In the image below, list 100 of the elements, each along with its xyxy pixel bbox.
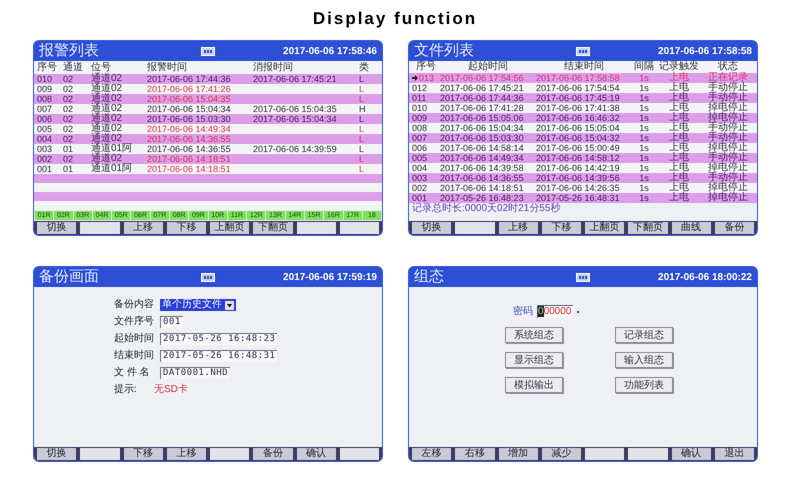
table-cell-text: 2017-06-06 14:36:55 xyxy=(147,134,232,144)
table-cell-text: 2017-06-06 14:42:19 xyxy=(536,163,621,173)
table-cell: 上电 xyxy=(669,103,689,113)
blank-soft-key[interactable] xyxy=(455,222,494,234)
table-cell-text: L xyxy=(359,124,366,134)
input-field[interactable]: 2017-05-26 16:48:23 xyxy=(160,333,278,345)
arrow-icon xyxy=(412,75,418,81)
soft-key-button[interactable]: 备份 xyxy=(253,448,292,460)
soft-key-button[interactable]: 左移 xyxy=(412,448,452,460)
blank-soft-key[interactable] xyxy=(210,448,250,460)
soft-key-button[interactable]: 备份 xyxy=(714,222,754,234)
soft-key-button[interactable]: 上移 xyxy=(498,222,538,234)
table-cell-text: 01 xyxy=(63,164,74,174)
blank-soft-key[interactable] xyxy=(340,448,379,460)
field-label: 起始时间 xyxy=(114,333,154,345)
table-cell-text: 002 xyxy=(37,154,54,164)
soft-key-button[interactable]: 切换 xyxy=(37,222,76,234)
table-cell-text: 2017-06-06 15:03:30 xyxy=(147,114,232,124)
soft-key-button[interactable]: 切换 xyxy=(412,222,452,234)
input-field[interactable]: 2017-05-26 16:48:31 xyxy=(160,350,278,362)
soft-key-button[interactable]: 上翻页 xyxy=(210,222,250,234)
table-cell: 手动停止 xyxy=(708,93,748,103)
soft-key-button[interactable]: 下移 xyxy=(124,448,163,460)
table-cell: 1s xyxy=(639,163,649,173)
blank-soft-key[interactable] xyxy=(585,448,624,460)
soft-key-button[interactable]: 确认 xyxy=(672,448,711,460)
soft-key-button[interactable]: 下移 xyxy=(166,222,206,234)
table-cell: 006 xyxy=(412,143,428,153)
table-cell: 009 xyxy=(412,113,428,123)
table-cell-text: 通道02 xyxy=(91,124,124,134)
table-cell: 1s xyxy=(639,193,649,203)
table-cell-text: 通道02 xyxy=(91,94,124,104)
chip-icon xyxy=(576,272,590,282)
table-cell-text: 2017-06-06 15:04:34 xyxy=(253,114,338,124)
soft-key-button[interactable]: 上移 xyxy=(166,448,206,460)
table-cell-text: 006 xyxy=(37,114,54,124)
table-cell: 1s xyxy=(639,73,649,83)
table-cell-text: 02 xyxy=(63,124,74,134)
blank-soft-key[interactable] xyxy=(296,222,336,234)
table-cell: 上电 xyxy=(669,123,689,133)
menu-button[interactable]: 系统组态 xyxy=(505,327,563,343)
input-field[interactable]: DAT0001.NHD xyxy=(160,367,230,379)
table-cell: 1s xyxy=(639,183,649,193)
table-cell-text: 02 xyxy=(63,104,74,114)
menu-button[interactable]: 功能列表 xyxy=(615,377,673,393)
table-cell: 1s xyxy=(639,173,649,183)
password-field[interactable]: 000000 xyxy=(537,305,574,318)
field-label: 文件序号 xyxy=(114,316,154,328)
field-label: 文 件 名 xyxy=(114,367,151,379)
table-cell-text: 2017-06-06 14:58:14 xyxy=(440,143,525,153)
menu-button[interactable]: 显示组态 xyxy=(505,352,563,368)
date-time: 2017-06-06 17:59:19 xyxy=(283,270,377,284)
blank-soft-key[interactable] xyxy=(80,222,120,234)
soft-key-button[interactable]: 下移 xyxy=(542,222,581,234)
soft-key-button[interactable]: 增加 xyxy=(498,448,538,460)
table-cell-text: 2017-06-06 17:54:56 xyxy=(440,73,525,83)
soft-key-button[interactable]: 上移 xyxy=(124,222,163,234)
table-cell: 手动停止 xyxy=(708,123,748,133)
soft-key-button[interactable]: 退出 xyxy=(714,448,754,460)
column-header: 记录触发 xyxy=(659,61,699,72)
table-cell-text: 2017-06-06 14:39:56 xyxy=(536,173,621,183)
table-cell: 掉电停止 xyxy=(708,103,748,113)
table-cell: 手动停止 xyxy=(708,173,748,183)
table-cell-text: 通道02 xyxy=(91,104,124,114)
table-cell-text: 02 xyxy=(63,94,74,104)
field-label: 备份内容 xyxy=(114,299,154,311)
table-cell-text: 010 xyxy=(37,74,54,84)
table-cell-text: 通道02 xyxy=(91,74,124,84)
screen-title: 备份画面 xyxy=(39,268,99,286)
soft-key-button[interactable]: 切换 xyxy=(37,448,76,460)
soft-key-button[interactable]: 右移 xyxy=(455,448,494,460)
column-header: 位号 xyxy=(91,62,111,72)
table-cell: 1s xyxy=(639,153,649,163)
table-cell-text: L xyxy=(359,144,366,154)
table-cell: 掉电停止 xyxy=(708,113,748,123)
record-total-text: 记录总时长:0000天02时21分55秒 xyxy=(411,203,562,214)
soft-key-button[interactable]: 确认 xyxy=(296,448,336,460)
table-cell-text: 02 xyxy=(63,114,74,124)
soft-key-button[interactable]: 上翻页 xyxy=(585,222,624,234)
table-cell-text: 通道02 xyxy=(91,84,124,94)
input-field[interactable]: 001 xyxy=(160,316,183,328)
table-cell-text: L xyxy=(359,114,366,124)
soft-key-button[interactable]: 减少 xyxy=(542,448,581,460)
chip-icon xyxy=(576,46,590,56)
menu-button[interactable]: 记录组态 xyxy=(615,327,673,343)
menu-button[interactable]: 输入组态 xyxy=(615,352,673,368)
table-cell: 手动停止 xyxy=(708,153,748,163)
table-cell-text: 2017-06-06 14:58:12 xyxy=(536,153,621,163)
menu-button[interactable]: 模拟输出 xyxy=(505,377,563,393)
table-cell-text: 001 xyxy=(37,164,54,174)
blank-soft-key[interactable] xyxy=(628,448,668,460)
blank-soft-key[interactable] xyxy=(80,448,120,460)
dropdown-arrow-icon[interactable] xyxy=(225,300,234,310)
soft-key-button[interactable]: 下翻页 xyxy=(628,222,668,234)
soft-key-button[interactable]: 曲线 xyxy=(672,222,711,234)
table-cell-text: 007 xyxy=(37,104,54,114)
table-cell-text: 2017-06-06 15:04:34 xyxy=(147,104,232,114)
soft-key-button[interactable]: 下翻页 xyxy=(253,222,292,234)
dropdown[interactable]: 单个历史文件 xyxy=(160,299,236,311)
blank-soft-key[interactable] xyxy=(340,222,379,234)
